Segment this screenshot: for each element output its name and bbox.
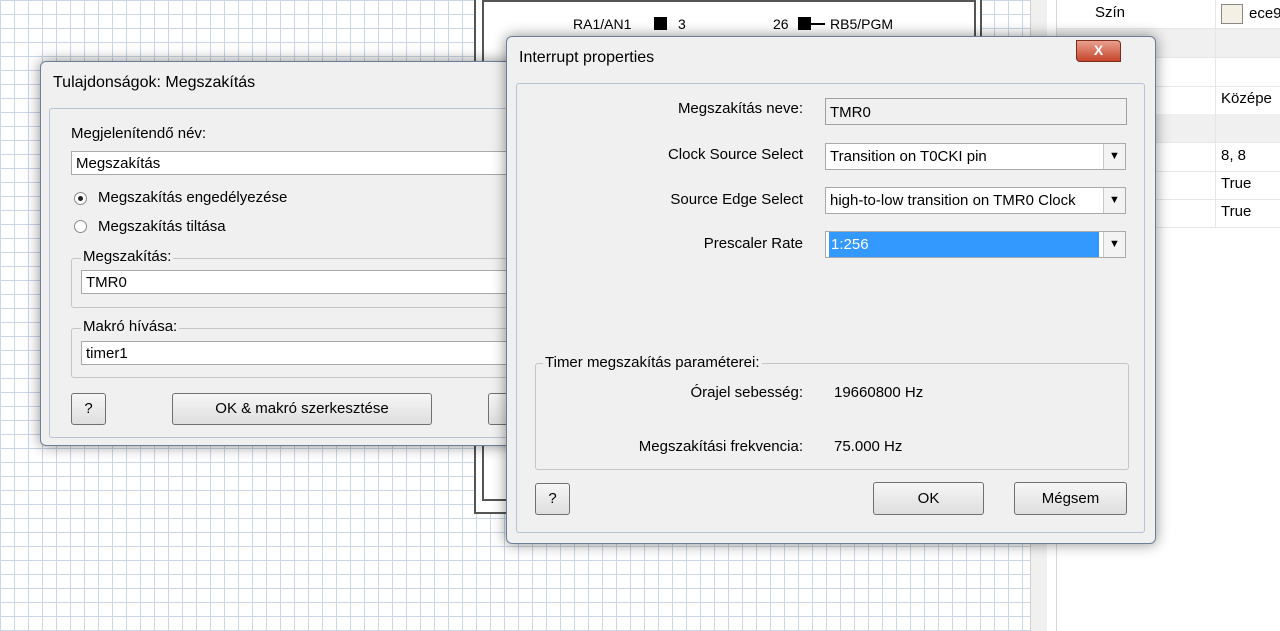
ok-button[interactable]: OK <box>873 482 984 515</box>
display-name-input[interactable]: Megszakítás <box>71 151 541 175</box>
interrupt-combo[interactable]: TMR0 ▼ <box>81 270 541 294</box>
radio-disable-label[interactable]: Megszakítás tiltása <box>98 218 226 235</box>
prop-name: Szín <box>1095 4 1126 21</box>
pin-lead <box>811 23 825 25</box>
prop-row[interactable]: Szín ece9 <box>1057 0 1280 29</box>
radio-enable[interactable] <box>74 192 87 205</box>
clock-source-combo[interactable]: Transition on T0CKI pin ▼ <box>825 143 1126 170</box>
dialog-title: Interrupt properties <box>519 49 655 66</box>
cancel-button[interactable]: Mégsem <box>1014 482 1127 515</box>
dialog-content: Megszakítás neve: TMR0 Clock Source Sele… <box>516 83 1145 533</box>
pin-number-3: 3 <box>678 16 686 32</box>
dialog-title: Tulajdonságok: Megszakítás <box>53 74 256 91</box>
macro-combo-value: timer1 <box>86 345 128 362</box>
display-name-label: Megjelenítendő név: <box>71 125 207 142</box>
chevron-down-icon[interactable]: ▼ <box>1103 232 1125 257</box>
interrupt-name-field: TMR0 <box>825 98 1127 125</box>
clock-source-value: Transition on T0CKI pin <box>830 148 987 165</box>
clock-speed-label: Órajel sebesség: <box>690 384 803 401</box>
color-swatch <box>1221 4 1243 24</box>
source-edge-value: high-to-low transition on TMR0 Clock <box>830 192 1076 209</box>
interrupt-frequency-label: Megszakítási frekvencia: <box>638 438 803 455</box>
help-button[interactable]: ? <box>71 393 106 425</box>
help-button[interactable]: ? <box>535 483 570 515</box>
interrupt-combo-value: TMR0 <box>86 274 127 291</box>
interrupt-name-label: Megszakítás neve: <box>677 100 803 117</box>
pin-number-26: 26 <box>773 16 789 32</box>
interrupt-properties-dialog: Interrupt properties X Megszakítás neve:… <box>506 36 1156 544</box>
pin-marker-right <box>798 17 811 30</box>
pin-label-rb5: RB5/PGM <box>830 16 894 32</box>
interrupt-group-caption: Megszakítás: <box>81 248 174 265</box>
pin-label-ra1: RA1/AN1 <box>573 16 632 32</box>
clock-speed-value: 19660800 Hz <box>834 384 924 401</box>
prop-value: True <box>1221 203 1252 220</box>
chevron-down-icon[interactable]: ▼ <box>1103 188 1125 213</box>
chevron-down-icon[interactable]: ▼ <box>1103 144 1125 169</box>
prescaler-rate-label: Prescaler Rate <box>703 235 803 252</box>
timer-params-caption: Timer megszakítás paraméterei: <box>543 354 762 371</box>
dialog-content: Megjelenítendő név: Megszakítás Megszakí… <box>49 108 551 438</box>
pin-marker-left <box>654 17 667 30</box>
clock-source-label: Clock Source Select <box>667 146 803 163</box>
prop-value: ece9 <box>1249 4 1280 22</box>
ok-edit-macro-button[interactable]: OK & makró szerkesztése <box>172 393 432 425</box>
macro-group-caption: Makró hívása: <box>81 318 180 335</box>
source-edge-combo[interactable]: high-to-low transition on TMR0 Clock ▼ <box>825 187 1126 214</box>
prescaler-rate-combo[interactable]: 1:256 ▼ <box>825 231 1126 258</box>
interrupt-frequency-value: 75.000 Hz <box>834 438 903 455</box>
properties-dialog: Tulajdonságok: Megszakítás Megjelenítend… <box>40 61 562 446</box>
close-icon[interactable]: X <box>1076 40 1121 62</box>
prop-value: 8, 8 <box>1221 147 1247 164</box>
radio-enable-label[interactable]: Megszakítás engedélyezése <box>98 189 287 206</box>
radio-disable[interactable] <box>74 220 87 233</box>
prop-value: Középe <box>1221 90 1272 107</box>
source-edge-label: Source Edge Select <box>670 191 803 208</box>
prescaler-rate-value: 1:256 <box>829 232 1099 257</box>
macro-combo[interactable]: timer1 ▼ <box>81 341 541 365</box>
prop-value: True <box>1221 175 1252 192</box>
